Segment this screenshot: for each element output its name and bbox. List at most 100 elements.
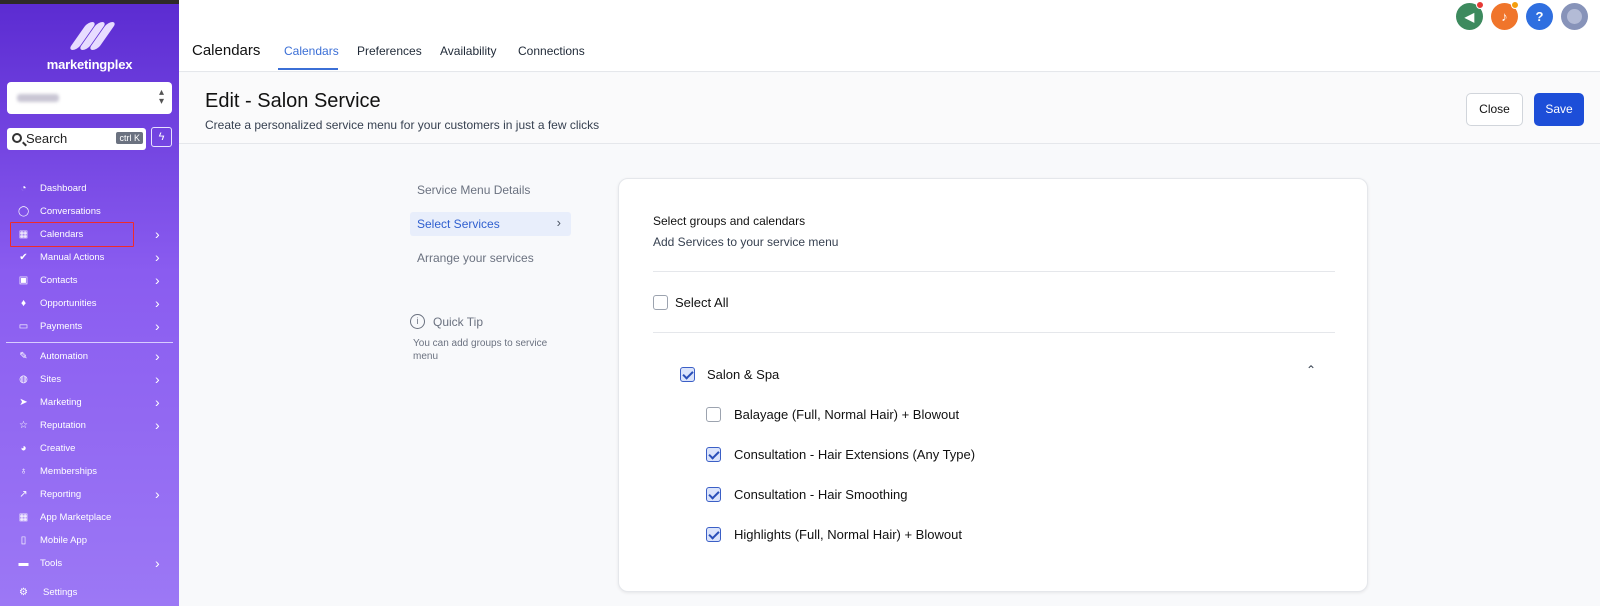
sidebar-item-creative[interactable]: ◕ Creative: [0, 438, 179, 460]
sidebar-item-payments[interactable]: ▭ Payments ›: [0, 316, 179, 338]
service-checkbox[interactable]: [706, 527, 721, 542]
close-button[interactable]: Close: [1466, 93, 1523, 126]
globe-icon: ◍: [19, 374, 28, 385]
quick-tip-title: Quick Tip: [433, 315, 484, 329]
service-checkbox[interactable]: [706, 407, 721, 422]
tab-preferences[interactable]: Preferences: [357, 44, 422, 58]
sidebar-item-manual-actions[interactable]: ✔ Manual Actions ›: [0, 247, 179, 269]
help-button[interactable]: ?: [1526, 3, 1553, 30]
service-checkbox[interactable]: [706, 487, 721, 502]
help-icon: ?: [1535, 9, 1544, 24]
sidebar-item-label: Mobile App: [40, 535, 88, 546]
group-checkbox-salon-spa[interactable]: [680, 367, 695, 382]
service-label: Consultation - Hair Extensions (Any Type…: [734, 447, 976, 462]
sidebar-item-settings[interactable]: ⚙ Settings: [0, 582, 179, 604]
step-arrange-services[interactable]: Arrange your services: [410, 246, 571, 270]
star-icon: ☆: [19, 420, 28, 431]
chevron-right-icon: ›: [155, 417, 160, 433]
quick-tip-text: You can add groups to service menu: [413, 338, 548, 362]
sidebar-item-label: Memberships: [40, 466, 98, 477]
service-checkbox[interactable]: [706, 447, 721, 462]
notification-dot: [1511, 1, 1519, 9]
search-icon: [12, 133, 22, 143]
sidebar-divider: [6, 342, 173, 343]
sidebar-item-contacts[interactable]: ▣ Contacts ›: [0, 270, 179, 292]
gear-icon: ⚙: [19, 587, 28, 598]
step-label: Service Menu Details: [417, 183, 531, 197]
edit-header: Edit - Salon Service Create a personaliz…: [179, 73, 1600, 144]
sidebar-item-dashboard[interactable]: ◔ Dashboard: [0, 178, 179, 200]
tab-connections[interactable]: Connections: [518, 44, 585, 58]
automation-icon: ✎: [19, 351, 28, 362]
search-input[interactable]: Search ctrl K: [7, 128, 146, 150]
chevron-right-icon: ›: [155, 394, 160, 410]
sidebar-item-label: Automation: [40, 351, 89, 362]
sidebar-item-reporting[interactable]: ↗ Reporting ›: [0, 484, 179, 506]
opportunities-icon: ♦: [20, 298, 27, 309]
sidebar-item-label: Conversations: [40, 206, 101, 217]
chart-icon: ↗: [19, 489, 28, 500]
palette-icon: ◕: [20, 443, 27, 454]
brand-logo[interactable]: marketingplex: [0, 20, 179, 72]
select-all-checkbox[interactable]: [653, 295, 668, 310]
group-label: Salon & Spa: [707, 367, 780, 382]
avatar[interactable]: [1561, 3, 1588, 30]
card-divider: [653, 332, 1335, 333]
avatar-icon: [1567, 9, 1582, 24]
location-name-redacted: [17, 94, 59, 102]
sidebar-item-label: Reputation: [40, 420, 86, 431]
chevron-right-icon: ›: [155, 348, 160, 364]
chevron-right-icon: ›: [556, 215, 561, 230]
chat-icon: ◯: [18, 206, 30, 217]
sidebar-item-reputation[interactable]: ☆ Reputation ›: [0, 415, 179, 437]
sidebar-item-label: Reporting: [40, 489, 82, 500]
chevron-right-icon: ›: [155, 295, 160, 311]
sidebar-item-label: Payments: [40, 321, 83, 332]
step-label: Select Services: [417, 217, 500, 231]
sidebar-item-conversations[interactable]: ◯ Conversations: [0, 201, 179, 223]
sidebar-item-marketing[interactable]: ➤ Marketing ›: [0, 392, 179, 414]
step-select-services[interactable]: Select Services ›: [410, 212, 571, 236]
sidebar-item-app-marketplace[interactable]: ▦ App Marketplace: [0, 507, 179, 529]
select-all-label: Select All: [675, 295, 729, 310]
step-service-menu-details[interactable]: Service Menu Details: [410, 178, 571, 202]
lightning-icon: ϟ: [158, 131, 165, 143]
card-divider: [653, 271, 1335, 272]
notifications-button[interactable]: ♪: [1491, 1, 1519, 30]
sidebar-item-opportunities[interactable]: ♦ Opportunities ›: [0, 293, 179, 315]
award-icon: ♁: [19, 466, 28, 477]
tab-calendars[interactable]: Calendars: [284, 44, 339, 58]
chevron-up-icon[interactable]: ⌃: [1306, 363, 1316, 377]
sidebar: marketingplex ▴ ▾ Search ctrl K ϟ ◔ Dashbo…: [0, 0, 179, 606]
card-icon: ▭: [18, 321, 29, 332]
sidebar-item-tools[interactable]: ▬ Tools ›: [0, 553, 179, 575]
chevron-right-icon: ›: [155, 555, 160, 571]
chevron-right-icon: ›: [155, 249, 160, 265]
edit-title: Edit - Salon Service: [205, 90, 381, 112]
card-subtitle: Add Services to your service menu: [653, 235, 839, 249]
sidebar-item-memberships[interactable]: ♁ Memberships: [0, 461, 179, 483]
dashboard-icon: ◔: [20, 183, 27, 194]
location-switcher[interactable]: ▴ ▾: [7, 82, 172, 114]
chevron-right-icon: ›: [155, 272, 160, 288]
sidebar-item-sites[interactable]: ◍ Sites ›: [0, 369, 179, 391]
toolbox-icon: ▬: [18, 558, 29, 569]
sidebar-item-label: Opportunities: [40, 298, 97, 309]
quick-actions-button[interactable]: ϟ: [151, 127, 172, 147]
announcement-dot: [1476, 1, 1484, 9]
chevron-right-icon: ›: [155, 318, 160, 334]
announcement-button[interactable]: ◀: [1456, 1, 1484, 30]
sidebar-item-automation[interactable]: ✎ Automation ›: [0, 346, 179, 368]
sidebar-item-label: Settings: [43, 587, 78, 598]
sidebar-item-mobile-app[interactable]: ▯ Mobile App: [0, 530, 179, 552]
bell-icon: ♪: [1501, 9, 1508, 24]
check-circle-icon: ✔: [19, 252, 28, 263]
sidebar-item-label: Tools: [40, 558, 63, 569]
send-icon: ➤: [19, 397, 28, 408]
sidebar-item-label: Contacts: [40, 275, 78, 286]
save-button[interactable]: Save: [1534, 93, 1584, 126]
brand-logo-mark: [66, 20, 117, 50]
contacts-icon: ▣: [18, 275, 29, 286]
tab-availability[interactable]: Availability: [440, 44, 496, 58]
sidebar-item-label: Dashboard: [40, 183, 87, 194]
